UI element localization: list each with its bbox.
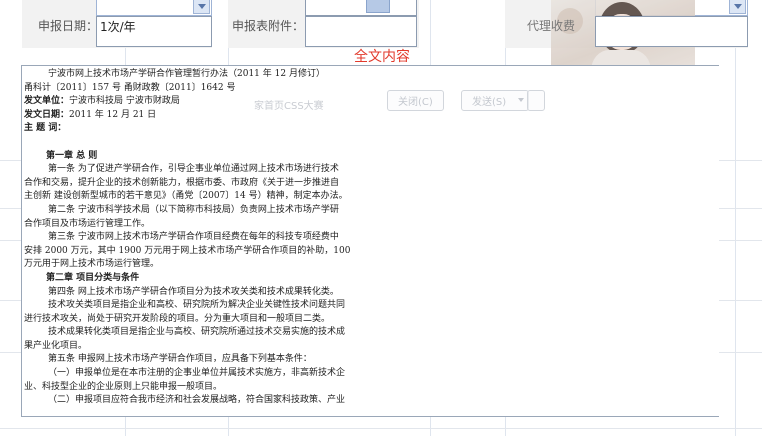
document-line: 第五条 申报网上技术市场产学研合作项目，应具备下列基本条件： <box>24 353 719 367</box>
document-line-text: 第五条 申报网上技术市场产学研合作项目，应具备下列基本条件： <box>48 354 312 365</box>
document-field-key: 发文日期： <box>24 109 70 120</box>
document-line-text: 业、科技型企业的企业原则上只能申报一般项目。 <box>24 381 223 392</box>
document-line-text: 第一章 总 则 <box>46 150 98 161</box>
agent-fee-field[interactable] <box>595 16 748 47</box>
document-line: 技术攻关类项目是指企业和高校、研究院所为解决企业关键性技术问题共同 <box>24 299 719 313</box>
document-line: 第一条 为了促进产学研合作，引导企事业单位通过网上技术市场进行技术 <box>24 163 719 177</box>
document-line: 果产业化项目。 <box>24 340 719 354</box>
document-line: 第二条 宁波市科学技术局（以下简称市科技局）负责网上技术市场产学研 <box>24 204 719 218</box>
document-field-key: 主 题 词： <box>24 123 67 134</box>
chevron-down-icon[interactable] <box>729 0 746 14</box>
document-line: 第一章 总 则 <box>24 150 719 164</box>
section-title: 全文内容 <box>354 49 410 65</box>
chevron-down-icon[interactable] <box>518 98 525 102</box>
document-line-text: 进行技术攻关，尚处于研究开发阶段的项目。分为重大项目和一般项目二类。 <box>24 313 331 324</box>
document-line: （一）申报单位是在本市注册的企事业单位并属技术实施方，非高新技术企 <box>24 367 719 381</box>
document-line-text: 果产业化项目。 <box>24 340 88 351</box>
document-line-text: （二）申报项目应符合我市经济和社会发展战略，符合国家科技政策、产业 <box>48 395 346 406</box>
document-line-text: 合作和交易，提升企业的技术创新能力，根据市委、市政府《关于进一步推进自 <box>24 177 340 188</box>
document-line-text: 合作项目及市场运行管理工作。 <box>24 218 151 229</box>
document-line: 第二章 项目分类与条件 <box>24 272 719 286</box>
attachment-label: 申报表附件： <box>232 19 305 33</box>
document-line-text: 第二条 宁波市科学技术局（以下简称市科技局）负责网上技术市场产学研 <box>48 204 339 215</box>
report-date-field[interactable]: 1次/年 <box>96 16 212 47</box>
document-line-text: 2011 年 12 月 21 日 <box>69 109 157 120</box>
contest-text: 家首页CSS大赛 <box>254 101 324 112</box>
attachment-field[interactable] <box>305 16 417 47</box>
document-line-text: 万元用于网上技术市场运行管理。 <box>24 259 160 270</box>
report-date-value: 1次/年 <box>100 20 136 34</box>
send-button[interactable]: 发送(S) <box>461 90 530 111</box>
document-line-text: 第二章 项目分类与条件 <box>46 272 140 283</box>
document-line-text: 宁波市科技局 宁波市财政局 <box>69 96 180 107</box>
document-line-text: （一）申报单位是在本市注册的企事业单位并属技术实施方，非高新技术企 <box>48 368 346 379</box>
document-field-key: 发文单位： <box>24 96 70 107</box>
report-date-label: 申报日期： <box>38 19 99 33</box>
agent-fee-label: 代理收费 <box>527 19 576 33</box>
document-line-text: 第一条 为了促进产学研合作，引导企事业单位通过网上技术市场进行技术 <box>48 164 339 175</box>
document-line: 业、科技型企业的企业原则上只能申报一般项目。 <box>24 381 719 395</box>
close-button[interactable]: 关闭(C) <box>387 90 444 111</box>
document-line: （二）申报项目应符合我市经济和社会发展战略，符合国家科技政策、产业 <box>24 394 719 408</box>
document-line-text: 主创新 建设创新型城市的若干意见》（甬党〔2007〕14 号）精神，制定本办法。 <box>24 191 348 202</box>
document-line: 合作和交易，提升企业的技术创新能力，根据市委、市政府《关于进一步推进自 <box>24 177 719 191</box>
document-line-text: 技术成果转化类项目是指企业与高校、研究院所通过技术交易实施的技术成 <box>48 327 346 338</box>
document-line-text: 安排 2000 万元，其中 1900 万元用于网上技术市场产学研合作项目的补助，… <box>24 245 351 256</box>
document-line: 合作项目及市场运行管理工作。 <box>24 218 719 232</box>
document-line: 主创新 建设创新型城市的若干意见》（甬党〔2007〕14 号）精神，制定本办法。 <box>24 190 719 204</box>
send-dropdown-icon[interactable] <box>527 90 545 111</box>
document-line-text: 第三条 宁波市网上技术市场产学研合作项目经费在每年的科技专项经费中 <box>48 232 339 243</box>
document-line: 安排 2000 万元，其中 1900 万元用于网上技术市场产学研合作项目的补助，… <box>24 245 719 259</box>
chevron-down-icon[interactable] <box>193 0 210 14</box>
document-line: 第三条 宁波市网上技术市场产学研合作项目经费在每年的科技专项经费中 <box>24 231 719 245</box>
document-line-text: 甬科计〔2011〕157 号 甬财政教〔2011〕1642 号 <box>24 82 236 93</box>
document-line: 发文单位：宁波市科技局 宁波市财政局 <box>24 95 719 109</box>
document-line-text: 第四条 网上技术市场产学研合作项目分为技术攻关类和技术成果转化类。 <box>48 286 339 297</box>
grid-line <box>0 428 762 429</box>
document-line: 甬科计〔2011〕157 号 甬财政教〔2011〕1642 号 <box>24 82 719 96</box>
attachment-icon[interactable] <box>366 0 390 13</box>
document-line-text: 技术攻关类项目是指企业和高校、研究院所为解决企业关键性技术问题共同 <box>48 300 346 311</box>
full-text-content[interactable]: 宁波市网上技术市场产学研合作管理暂行办法（2011 年 12 月修订） 甬科计〔2… <box>21 65 719 417</box>
document-line: 发文日期：2011 年 12 月 21 日 <box>24 109 719 123</box>
document-line: 万元用于网上技术市场运行管理。 <box>24 258 719 272</box>
document-line: 进行技术攻关，尚处于研究开发阶段的项目。分为重大项目和一般项目二类。 <box>24 313 719 327</box>
top-field-middle[interactable] <box>305 0 417 16</box>
document-line: 第四条 网上技术市场产学研合作项目分为技术攻关类和技术成果转化类。 <box>24 286 719 300</box>
document-body: 宁波市网上技术市场产学研合作管理暂行办法（2011 年 12 月修订） 甬科计〔2… <box>22 66 719 408</box>
top-dropdown-left[interactable] <box>96 0 212 16</box>
document-line: 主 题 词： <box>24 122 719 136</box>
document-line: 技术成果转化类项目是指企业与高校、研究院所通过技术交易实施的技术成 <box>24 326 719 340</box>
grid-line <box>735 0 736 436</box>
send-button-label: 发送(S) <box>472 97 507 108</box>
document-line-text: 宁波市网上技术市场产学研合作管理暂行办法（2011 年 12 月修订） <box>48 69 325 79</box>
document-line: 宁波市网上技术市场产学研合作管理暂行办法（2011 年 12 月修订） <box>24 68 719 82</box>
